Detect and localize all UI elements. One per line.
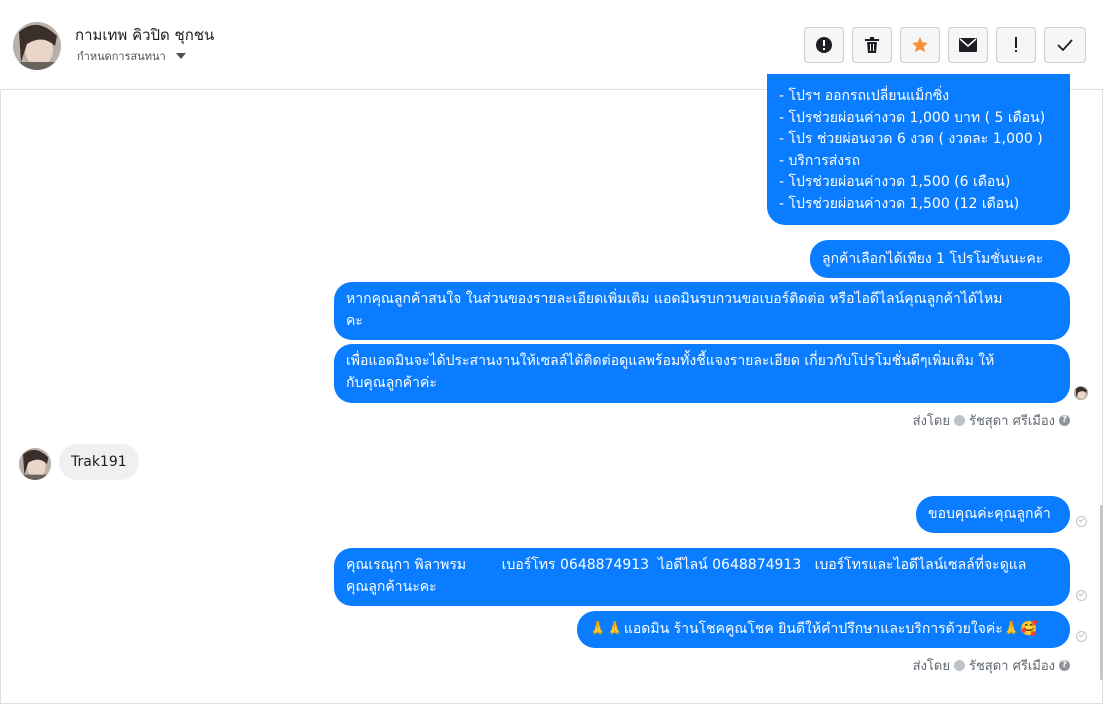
message-text: 🙏🙏แอดมิน ร้านโชคคูณโชค ยินดีให้คำปรึกษาแ… (589, 621, 1038, 637)
promo-item: - โปรฯ ออกรถเปลี่ยนแม็กซิ่ง (779, 88, 950, 104)
message-incoming[interactable]: Trak191 (59, 444, 139, 480)
message-text: เพื่อแอดมินจะได้ประสานงานให้เซลล์ได้ติดต… (346, 353, 995, 369)
promo-item: - บริการส่งรถ (779, 152, 861, 169)
message-choose-one[interactable]: ลูกค้าเลือกได้เพียง 1 โปรโมชั่นนะคะ (810, 240, 1070, 278)
help-icon[interactable]: ? (1059, 415, 1070, 426)
message-text: คะ (346, 312, 363, 329)
star-button[interactable] (900, 27, 940, 63)
mark-spam-button[interactable] (804, 27, 844, 63)
star-icon (912, 37, 928, 53)
customer-avatar[interactable] (19, 448, 51, 480)
scrollbar[interactable] (1100, 505, 1103, 680)
message-text: Trak191 (71, 454, 127, 470)
check-icon (1057, 39, 1073, 51)
exclamation-icon (1015, 37, 1017, 52)
message-thanks[interactable]: ขอบคุณค่ะคุณลูกค้า (916, 496, 1070, 533)
help-icon[interactable]: ? (1059, 660, 1070, 671)
promo-item: - โปรช่วยผ่อนค่างวด 1,500 (6 เดือน) (779, 174, 1011, 190)
message-coordinate[interactable]: เพื่อแอดมินจะได้ประสานงานให้เซลล์ได้ติดต… (334, 344, 1070, 403)
sent-by-text: ส่งโดย (912, 414, 950, 429)
page-icon (953, 415, 965, 426)
message-text: คุณลูกค้านะคะ (346, 578, 437, 595)
promo-item: - โปรช่วยผ่อนค่างวด 1,500 (12 เดือน) (779, 195, 1020, 212)
message-text: ลูกค้าเลือกได้เพียง 1 โปรโมชั่นนะคะ (822, 251, 1044, 267)
sent-by-text: ส่งโดย (912, 659, 950, 674)
contact-name[interactable]: กามเทพ คิวปิด ชุกชน (75, 23, 214, 47)
delete-button[interactable] (852, 27, 892, 63)
message-text: หากคุณลูกค้าสนใจ ในส่วนของรายละเอียดเพิ่… (346, 291, 1003, 307)
message-closing[interactable]: 🙏🙏แอดมิน ร้านโชคคูณโชค ยินดีให้คำปรึกษาแ… (577, 611, 1070, 648)
delivered-status-icon (1076, 590, 1087, 601)
assign-label: กำหนดการสนทนา (77, 50, 166, 63)
message-text: ขอบคุณค่ะคุณลูกค้า (928, 506, 1051, 522)
contact-avatar[interactable] (13, 22, 61, 70)
alert-circle-icon (816, 37, 832, 53)
sent-by-label: ส่งโดย รัชสุดา ศรีเมือง ? (913, 410, 1070, 431)
promo-item: - โปร ช่วยผ่อนงวด 6 งวด ( งวดละ 1,000 ) (779, 131, 1043, 147)
promo-item: - โปรช่วยผ่อนค่างวด 1,000 บาท ( 5 เดือน) (779, 109, 1046, 126)
mark-done-button[interactable] (1044, 27, 1086, 63)
chevron-down-icon (175, 53, 186, 59)
message-sales-contact[interactable]: คุณเรณุกา พิลาพรม เบอร์โทร 0648874913 ไอ… (334, 548, 1070, 606)
sent-by-name[interactable]: รัชสุดา ศรีเมือง (969, 655, 1055, 676)
envelope-icon (959, 38, 977, 52)
message-promo-list[interactable]: - โปรฯ ออกรถเปลี่ยนแม็กซิ่ง - โปรช่วยผ่อ… (767, 74, 1070, 225)
seen-avatar (1074, 386, 1088, 400)
sent-by-label: ส่งโดย รัชสุดา ศรีเมือง ? (913, 655, 1070, 676)
delivered-status-icon (1076, 516, 1087, 527)
message-ask-contact[interactable]: หากคุณลูกค้าสนใจ ในส่วนของรายละเอียดเพิ่… (334, 282, 1070, 340)
sent-by-name[interactable]: รัชสุดา ศรีเมือง (969, 410, 1055, 431)
follow-up-button[interactable] (996, 27, 1036, 63)
mark-unread-button[interactable] (948, 27, 988, 63)
assign-conversation-dropdown[interactable]: กำหนดการสนทนา (77, 47, 186, 65)
conversation-toolbar (804, 27, 1086, 63)
message-text: กับคุณลูกค้าค่ะ (346, 374, 437, 391)
delivered-status-icon (1076, 631, 1087, 642)
page-icon (953, 660, 965, 671)
message-text: คุณเรณุกา พิลาพรม เบอร์โทร 0648874913 ไอ… (346, 557, 1027, 573)
trash-icon (865, 37, 879, 53)
